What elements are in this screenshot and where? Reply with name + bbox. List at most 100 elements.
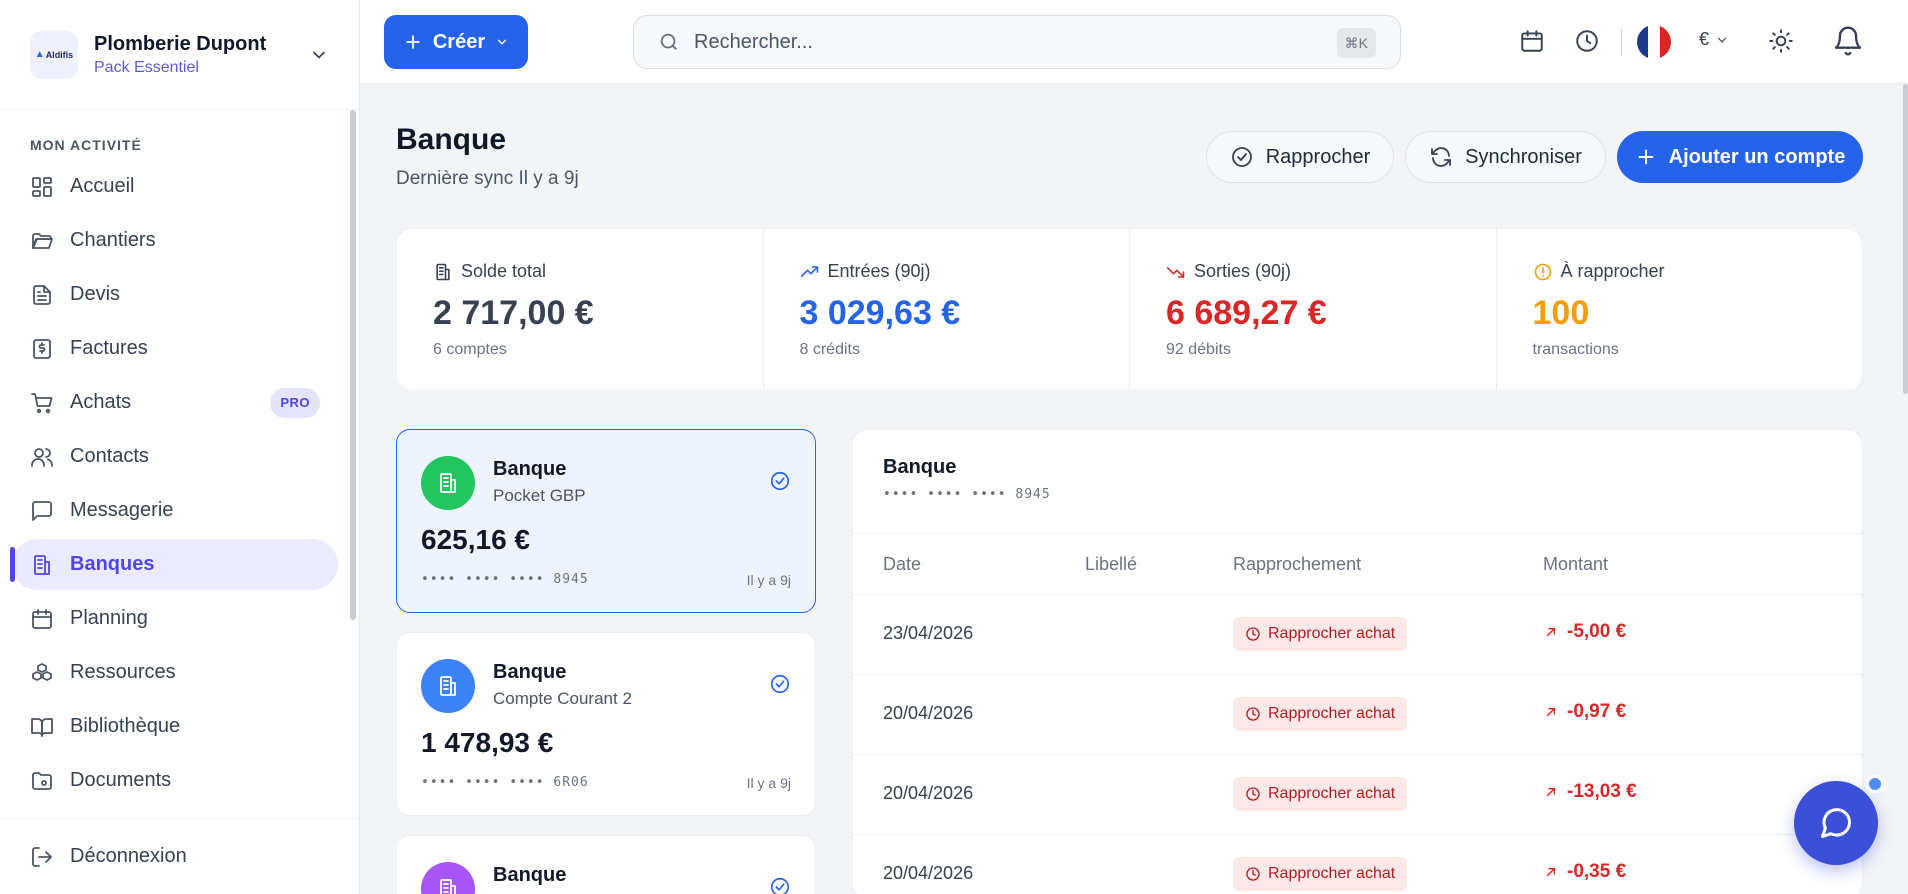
sidebar-item-devis[interactable]: Devis bbox=[12, 269, 338, 320]
search-shortcut: ⌘K bbox=[1336, 28, 1376, 58]
row-amount: -13,03 € bbox=[1543, 781, 1637, 803]
sidebar-item-label: Banques bbox=[70, 553, 155, 575]
table-row[interactable]: 20/04/2026 Rapprocher achat -0,35 € bbox=[853, 835, 1862, 894]
main-scrollbar[interactable] bbox=[1903, 84, 1908, 394]
page-subtitle: Dernière sync Il y a 9j bbox=[396, 168, 579, 189]
chevron-down-icon[interactable] bbox=[309, 45, 329, 65]
building-icon bbox=[440, 473, 456, 493]
check-circle-icon bbox=[769, 673, 791, 695]
chat-button[interactable] bbox=[1794, 781, 1878, 865]
calendar-button[interactable] bbox=[1519, 28, 1547, 56]
sidebar-item-achats[interactable]: Achats PRO bbox=[12, 377, 338, 428]
arrow-up-right-icon bbox=[1546, 707, 1556, 717]
sidebar-item-planning[interactable]: Planning bbox=[12, 593, 338, 644]
calendar-icon bbox=[32, 608, 52, 629]
org-switcher[interactable]: ▲ Aldifis Plomberie Dupont Pack Essentiel bbox=[0, 0, 359, 110]
column-reconciliation[interactable]: Rapprochement bbox=[1233, 554, 1361, 575]
logout-button[interactable]: Déconnexion bbox=[12, 831, 348, 882]
plus-icon bbox=[406, 35, 420, 49]
sidebar-nav: Accueil Chantiers Devis Factures Achats … bbox=[0, 161, 350, 809]
account-card[interactable]: Banque Compte Courant 2 1 478,93 € •••• … bbox=[396, 632, 816, 816]
receipt-icon bbox=[33, 338, 51, 359]
currency-selector[interactable]: € bbox=[1699, 29, 1729, 50]
row-date: 20/04/2026 bbox=[883, 783, 974, 803]
check-circle-icon bbox=[769, 876, 791, 894]
account-name: Banque bbox=[493, 458, 567, 480]
arrow-up-right-icon bbox=[1546, 867, 1556, 877]
account-balance: 1 478,93 € bbox=[421, 727, 554, 758]
column-label[interactable]: Libellé bbox=[1085, 554, 1137, 575]
stat-label: Entrées (90j) bbox=[827, 261, 931, 281]
sidebar-item-label: Devis bbox=[70, 283, 121, 305]
row-amount: -0,35 € bbox=[1543, 861, 1626, 883]
transactions-account-number: •••• •••• •••• 8945 bbox=[883, 487, 1051, 502]
stat-caption: 92 débits bbox=[1166, 341, 1231, 358]
row-date: 20/04/2026 bbox=[883, 703, 974, 723]
account-card[interactable]: Banque Pocket GBP 625,16 € •••• •••• •••… bbox=[396, 429, 816, 613]
search-icon bbox=[660, 33, 677, 50]
add-account-button[interactable]: Ajouter un compte bbox=[1617, 131, 1863, 183]
book-icon bbox=[31, 717, 53, 737]
row-date: 20/04/2026 bbox=[883, 863, 974, 883]
calendar-icon bbox=[1521, 30, 1543, 52]
sidebar-item-label: Factures bbox=[70, 337, 148, 359]
reconcile-purchase-tag[interactable]: Rapprocher achat bbox=[1233, 617, 1408, 651]
chat-bubble-icon bbox=[1821, 808, 1852, 838]
account-avatar bbox=[421, 456, 475, 510]
row-date: 23/04/2026 bbox=[883, 623, 974, 643]
sidebar-item-messagerie[interactable]: Messagerie bbox=[12, 485, 338, 536]
stat-value: 2 717,00 € bbox=[433, 294, 594, 332]
logout-label: Déconnexion bbox=[70, 845, 187, 867]
stat-to-reconcile: À rapprocher 100 transactions bbox=[1497, 229, 1863, 390]
clock-icon bbox=[1246, 787, 1260, 801]
sidebar-scrollbar[interactable] bbox=[350, 110, 356, 620]
stat-value: 3 029,63 € bbox=[799, 294, 961, 332]
sidebar-item-banques[interactable]: Banques bbox=[10, 539, 338, 590]
arrow-up-right-icon bbox=[1546, 627, 1556, 637]
stat-value: 6 689,27 € bbox=[1166, 294, 1327, 332]
column-amount[interactable]: Montant bbox=[1543, 554, 1608, 575]
stat-total-balance: Solde total 2 717,00 € 6 comptes bbox=[397, 229, 764, 390]
trending-down-icon bbox=[1166, 266, 1185, 278]
history-button[interactable] bbox=[1574, 28, 1602, 56]
table-row[interactable]: 20/04/2026 Rapprocher achat -13,03 € bbox=[853, 755, 1862, 835]
sidebar-item-chantiers[interactable]: Chantiers bbox=[12, 215, 338, 266]
reconcile-purchase-tag[interactable]: Rapprocher achat bbox=[1233, 697, 1408, 731]
create-label: Créer bbox=[432, 30, 486, 53]
topbar: Créer ⌘K € bbox=[360, 0, 1908, 84]
sidebar-item-bibliotheque[interactable]: Bibliothèque bbox=[12, 701, 338, 752]
check-circle-icon bbox=[769, 470, 791, 492]
stat-caption: 6 comptes bbox=[433, 341, 507, 358]
sidebar-item-factures[interactable]: Factures bbox=[12, 323, 338, 374]
theme-toggle[interactable] bbox=[1768, 28, 1796, 56]
table-row[interactable]: 20/04/2026 Rapprocher achat -0,97 € bbox=[853, 675, 1862, 755]
sun-icon bbox=[1769, 29, 1793, 53]
reconcile-purchase-tag[interactable]: Rapprocher achat bbox=[1233, 857, 1408, 891]
sidebar-item-documents[interactable]: Documents bbox=[12, 755, 338, 806]
notifications-button[interactable] bbox=[1832, 25, 1862, 56]
account-avatar bbox=[421, 862, 475, 894]
chevron-down-icon bbox=[497, 39, 507, 45]
sidebar-item-ressources[interactable]: Ressources bbox=[12, 647, 338, 698]
folder-open-icon bbox=[32, 232, 53, 249]
alert-circle-icon bbox=[1534, 263, 1551, 280]
account-name: Banque bbox=[493, 864, 567, 886]
dashboard-icon bbox=[32, 176, 52, 197]
reconcile-purchase-tag[interactable]: Rapprocher achat bbox=[1233, 777, 1408, 811]
language-flag[interactable] bbox=[1637, 25, 1671, 59]
search-bar[interactable]: ⌘K bbox=[633, 15, 1401, 69]
sidebar-item-contacts[interactable]: Contacts bbox=[12, 431, 338, 482]
reconcile-label: Rapprocher bbox=[1265, 145, 1371, 168]
create-button[interactable]: Créer bbox=[384, 15, 528, 69]
search-input[interactable] bbox=[694, 30, 1314, 54]
sync-button[interactable]: Synchroniser bbox=[1405, 131, 1606, 183]
column-date[interactable]: Date bbox=[883, 554, 921, 575]
sidebar-item-accueil[interactable]: Accueil bbox=[12, 161, 338, 212]
reconcile-button[interactable]: Rapprocher bbox=[1206, 131, 1394, 183]
account-card[interactable]: Banque bbox=[396, 835, 816, 894]
account-name: Banque bbox=[493, 661, 567, 683]
table-row[interactable]: 23/04/2026 Rapprocher achat -5,00 € bbox=[853, 595, 1862, 675]
page-title: Banque bbox=[396, 123, 507, 156]
sidebar-item-label: Planning bbox=[70, 607, 148, 629]
boxes-icon bbox=[32, 662, 52, 681]
